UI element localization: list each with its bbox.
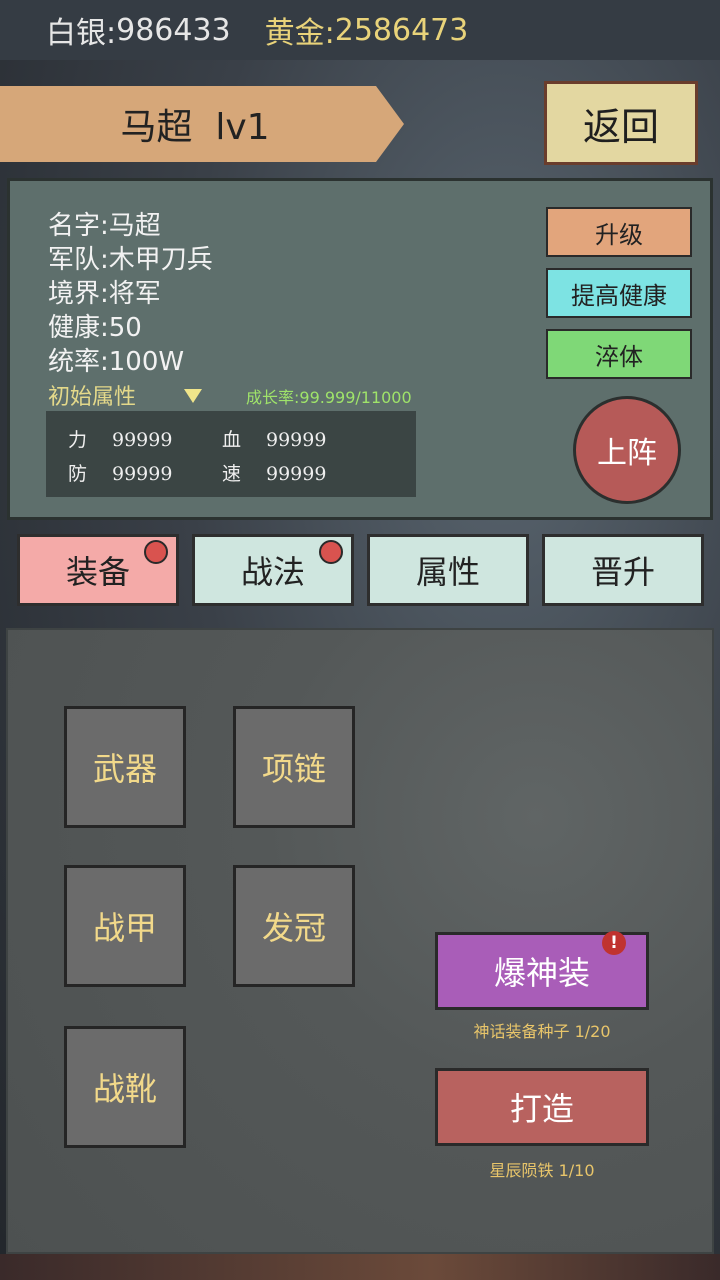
hero-title-ribbon: 马超 lv1 bbox=[0, 86, 404, 162]
back-button[interactable]: 返回 bbox=[544, 81, 698, 165]
forge-button[interactable]: 打造 bbox=[435, 1068, 649, 1146]
stat-blood: 血 99999 bbox=[222, 425, 326, 452]
initial-attributes-label[interactable]: 初始属性 bbox=[48, 379, 136, 411]
divine-gear-button[interactable]: 爆神装 ! bbox=[435, 931, 649, 1010]
currency-bar: 白银: 986433 黄金: 2586473 bbox=[0, 0, 720, 60]
hero-army: 军队:木甲刀兵 bbox=[48, 245, 213, 275]
silver-display: 白银: 986433 bbox=[46, 8, 231, 52]
slot-crown[interactable]: 发冠 bbox=[233, 865, 355, 987]
triangle-down-icon[interactable] bbox=[184, 389, 202, 403]
stat-speed: 速 99999 bbox=[222, 459, 326, 486]
stat-key: 力 bbox=[68, 429, 88, 451]
equipment-panel: 武器 项链 战甲 发冠 战靴 爆神装 ! 神话装备种子 1/20 打造 星辰陨铁… bbox=[6, 628, 714, 1254]
upgrade-button[interactable]: 升级 bbox=[546, 207, 692, 257]
tab-attributes[interactable]: 属性 bbox=[367, 534, 529, 606]
stats-box: 力 99999 血 99999 防 99999 速 99999 bbox=[46, 411, 416, 497]
divine-gear-caption: 神话装备种子 1/20 bbox=[473, 1022, 611, 1041]
stat-key: 防 bbox=[68, 463, 88, 485]
tab-label: 战法 bbox=[240, 553, 305, 591]
temper-button[interactable]: 淬体 bbox=[546, 329, 692, 379]
tab-equipment[interactable]: 装备 bbox=[17, 534, 179, 606]
slot-weapon[interactable]: 武器 bbox=[64, 706, 186, 828]
gold-label: 黄金: bbox=[264, 16, 335, 51]
alert-icon: ! bbox=[602, 931, 626, 955]
hero-title: 马超 lv1 bbox=[120, 107, 270, 148]
deploy-button[interactable]: 上阵 bbox=[573, 396, 681, 504]
gold-display: 黄金: 2586473 bbox=[265, 8, 469, 52]
divine-gear-label: 爆神装 bbox=[493, 954, 590, 992]
stat-value: 99999 bbox=[112, 429, 173, 451]
slot-necklace[interactable]: 项链 bbox=[233, 706, 355, 828]
growth-rate: 成长率:99.999/11000 bbox=[246, 388, 412, 407]
stat-value: 99999 bbox=[112, 463, 173, 485]
bottom-decoration bbox=[0, 1254, 720, 1280]
stat-value: 99999 bbox=[266, 429, 327, 451]
tab-label: 装备 bbox=[65, 553, 130, 591]
slot-armor[interactable]: 战甲 bbox=[64, 865, 186, 987]
forge-caption: 星辰陨铁 1/10 bbox=[489, 1161, 595, 1180]
stat-key: 速 bbox=[222, 463, 242, 485]
hero-realm: 境界:将军 bbox=[48, 279, 161, 309]
hero-name: 名字:马超 bbox=[48, 211, 161, 241]
tab-label: 晋升 bbox=[590, 553, 655, 591]
slot-boots[interactable]: 战靴 bbox=[64, 1026, 186, 1148]
silver-value: 986433 bbox=[116, 12, 231, 48]
stat-strength: 力 99999 bbox=[68, 425, 172, 452]
tab-tactics[interactable]: 战法 bbox=[192, 534, 354, 606]
tab-promotion[interactable]: 晋升 bbox=[542, 534, 704, 606]
hero-command: 统率:100W bbox=[48, 347, 185, 377]
hero-health: 健康:50 bbox=[48, 313, 142, 343]
stat-defense: 防 99999 bbox=[68, 459, 172, 486]
notification-dot-icon bbox=[144, 540, 168, 564]
notification-dot-icon bbox=[319, 540, 343, 564]
silver-label: 白银: bbox=[46, 16, 117, 51]
improve-health-button[interactable]: 提高健康 bbox=[546, 268, 692, 318]
stat-value: 99999 bbox=[266, 463, 327, 485]
gold-value: 2586473 bbox=[334, 12, 469, 48]
stat-key: 血 bbox=[222, 429, 242, 451]
hero-info-panel: 名字:马超 军队:木甲刀兵 境界:将军 健康:50 统率:100W 初始属性 成… bbox=[7, 178, 713, 520]
tab-label: 属性 bbox=[415, 553, 480, 591]
